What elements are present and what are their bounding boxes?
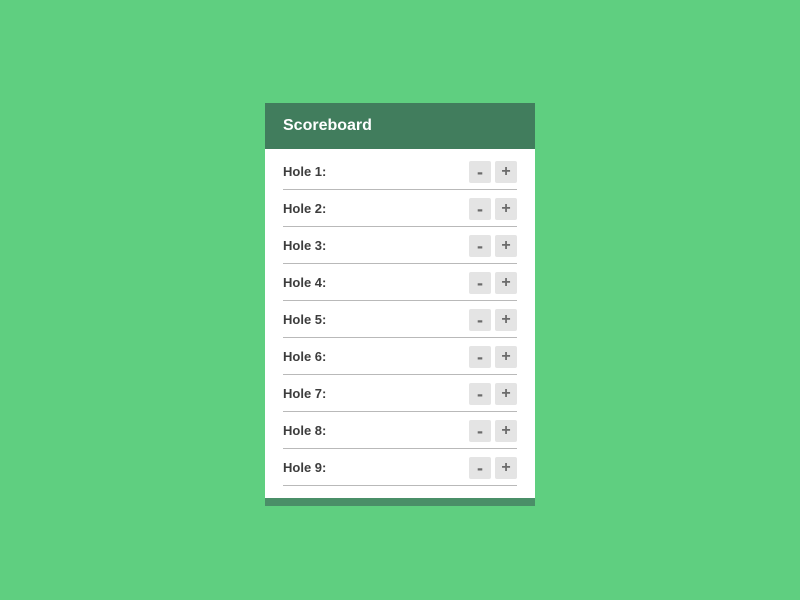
scoreboard-card: Scoreboard Hole 1:-+Hole 2:-+Hole 3:-+Ho… <box>265 103 535 498</box>
increment-button[interactable]: + <box>495 457 517 479</box>
page-title: Scoreboard <box>283 117 372 134</box>
decrement-button[interactable]: - <box>469 346 491 368</box>
scoreboard-header: Scoreboard <box>265 103 535 149</box>
hole-row: Hole 5: -+ <box>283 301 517 338</box>
decrement-button[interactable]: - <box>469 272 491 294</box>
hole-row: Hole 6: -+ <box>283 338 517 375</box>
hole-controls: -+ <box>469 383 517 405</box>
scoreboard-body: Hole 1:-+Hole 2:-+Hole 3:-+Hole 4:-+Hole… <box>265 149 535 498</box>
hole-controls: -+ <box>469 235 517 257</box>
increment-button[interactable]: + <box>495 309 517 331</box>
decrement-button[interactable]: - <box>469 383 491 405</box>
hole-controls: -+ <box>469 161 517 183</box>
decrement-button[interactable]: - <box>469 161 491 183</box>
hole-controls: -+ <box>469 346 517 368</box>
hole-row: Hole 2: -+ <box>283 190 517 227</box>
increment-button[interactable]: + <box>495 346 517 368</box>
decrement-button[interactable]: - <box>469 420 491 442</box>
hole-label: Hole 2: <box>283 201 326 216</box>
hole-row: Hole 7: -+ <box>283 375 517 412</box>
decrement-button[interactable]: - <box>469 235 491 257</box>
hole-controls: -+ <box>469 198 517 220</box>
hole-controls: -+ <box>469 272 517 294</box>
hole-controls: -+ <box>469 420 517 442</box>
hole-label: Hole 9: <box>283 460 326 475</box>
hole-controls: -+ <box>469 309 517 331</box>
hole-row: Hole 4: -+ <box>283 264 517 301</box>
increment-button[interactable]: + <box>495 383 517 405</box>
hole-row: Hole 9: -+ <box>283 449 517 486</box>
decrement-button[interactable]: - <box>469 309 491 331</box>
increment-button[interactable]: + <box>495 420 517 442</box>
hole-label: Hole 8: <box>283 423 326 438</box>
hole-label: Hole 6: <box>283 349 326 364</box>
hole-row: Hole 1: -+ <box>283 153 517 190</box>
hole-row: Hole 8: -+ <box>283 412 517 449</box>
hole-controls: -+ <box>469 457 517 479</box>
increment-button[interactable]: + <box>495 235 517 257</box>
decrement-button[interactable]: - <box>469 457 491 479</box>
hole-label: Hole 7: <box>283 386 326 401</box>
increment-button[interactable]: + <box>495 198 517 220</box>
increment-button[interactable]: + <box>495 161 517 183</box>
hole-label: Hole 5: <box>283 312 326 327</box>
hole-label: Hole 4: <box>283 275 326 290</box>
hole-row: Hole 3: -+ <box>283 227 517 264</box>
increment-button[interactable]: + <box>495 272 517 294</box>
hole-label: Hole 3: <box>283 238 326 253</box>
decrement-button[interactable]: - <box>469 198 491 220</box>
hole-label: Hole 1: <box>283 164 326 179</box>
